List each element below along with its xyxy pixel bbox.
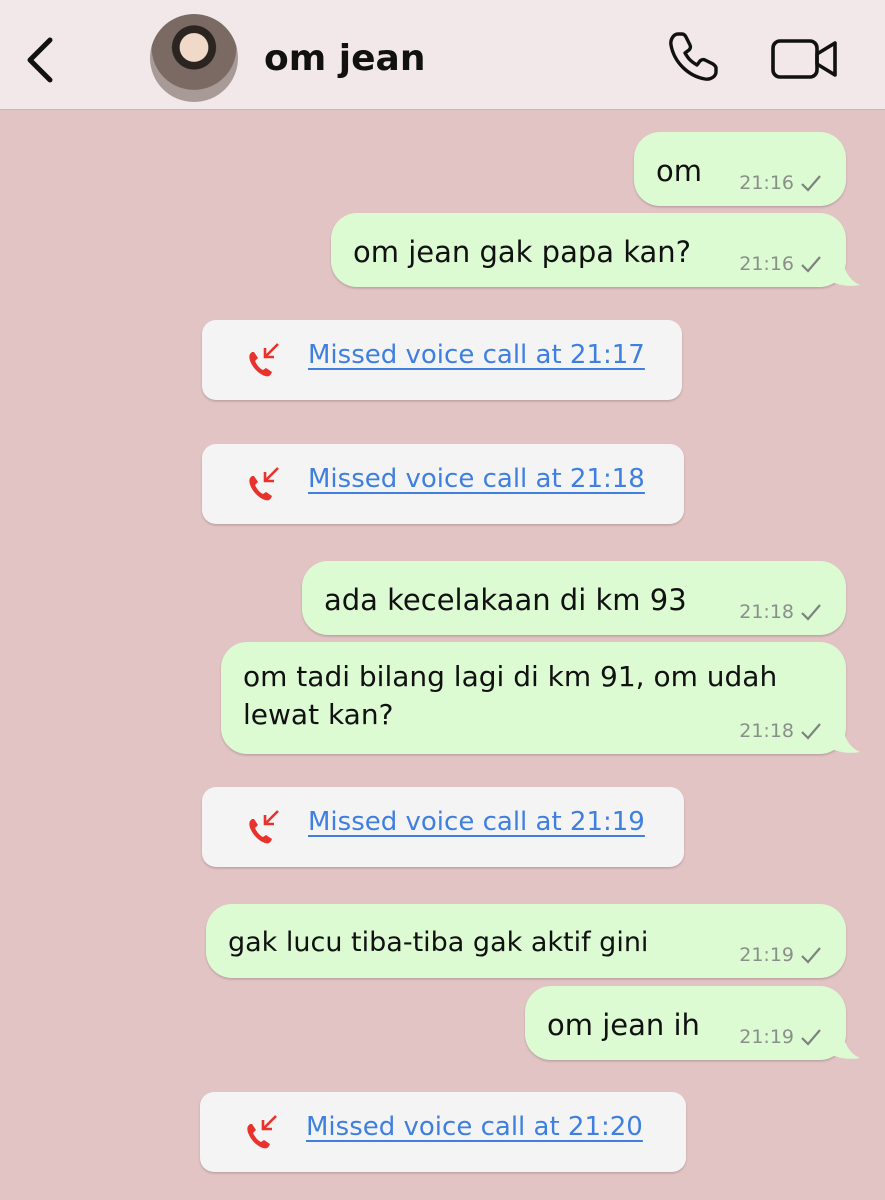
check-icon bbox=[801, 604, 821, 621]
message-time: 21:18 bbox=[739, 601, 794, 623]
message-text-line: om tadi bilang lagi di km 91, om udah bbox=[243, 660, 778, 693]
message-meta: 21:19 bbox=[739, 1026, 822, 1048]
message-bubble[interactable]: om 21:16 bbox=[634, 132, 846, 206]
missed-call-notice[interactable]: Missed voice call at 21:18 bbox=[202, 444, 684, 524]
message-text: om bbox=[656, 154, 702, 188]
missed-call-icon bbox=[247, 1115, 277, 1149]
message-text: om jean gak papa kan? bbox=[353, 235, 692, 269]
avatar[interactable] bbox=[150, 14, 238, 102]
chat-header: om jean bbox=[0, 0, 885, 110]
check-icon bbox=[801, 256, 821, 273]
message-meta: 21:18 bbox=[739, 601, 822, 623]
message-time: 21:16 bbox=[739, 253, 794, 275]
missed-call-label[interactable]: Missed voice call at 21:17 bbox=[308, 340, 645, 370]
check-icon bbox=[801, 1029, 821, 1046]
bubble-tail bbox=[830, 724, 860, 753]
check-icon bbox=[801, 947, 821, 964]
check-icon bbox=[801, 723, 821, 740]
contact-name[interactable]: om jean bbox=[264, 38, 425, 79]
message-meta: 21:18 bbox=[739, 720, 822, 742]
message-text-line: lewat kan? bbox=[243, 698, 394, 731]
bubble-tail bbox=[830, 1030, 860, 1059]
message-bubble[interactable]: om tadi bilang lagi di km 91, om udah le… bbox=[221, 642, 846, 754]
message-meta: 21:16 bbox=[739, 253, 822, 275]
missed-call-label[interactable]: Missed voice call at 21:19 bbox=[308, 807, 645, 837]
missed-call-label[interactable]: Missed voice call at 21:20 bbox=[306, 1112, 643, 1142]
video-camera-icon[interactable] bbox=[770, 36, 840, 82]
missed-call-icon bbox=[249, 343, 279, 377]
message-time: 21:19 bbox=[739, 1026, 794, 1048]
message-bubble[interactable]: ada kecelakaan di km 93 21:18 bbox=[302, 561, 846, 635]
message-time: 21:16 bbox=[739, 172, 794, 194]
missed-call-notice[interactable]: Missed voice call at 21:20 bbox=[200, 1092, 686, 1172]
message-time: 21:18 bbox=[739, 720, 794, 742]
missed-call-icon bbox=[249, 467, 279, 501]
message-bubble[interactable]: om jean gak papa kan? 21:16 bbox=[331, 213, 846, 287]
missed-call-icon bbox=[249, 810, 279, 844]
missed-call-label[interactable]: Missed voice call at 21:18 bbox=[308, 464, 645, 494]
message-text: gak lucu tiba-tiba gak aktif gini bbox=[228, 927, 649, 958]
bubble-tail bbox=[830, 257, 860, 286]
message-text: om jean ih bbox=[547, 1008, 700, 1042]
message-text: ada kecelakaan di km 93 bbox=[324, 583, 687, 617]
message-bubble[interactable]: gak lucu tiba-tiba gak aktif gini 21:19 bbox=[206, 904, 846, 978]
message-meta: 21:19 bbox=[739, 944, 822, 966]
message-time: 21:19 bbox=[739, 944, 794, 966]
message-meta: 21:16 bbox=[739, 172, 822, 194]
missed-call-notice[interactable]: Missed voice call at 21:17 bbox=[202, 320, 682, 400]
phone-icon[interactable] bbox=[666, 30, 720, 84]
check-icon bbox=[801, 175, 821, 192]
missed-call-notice[interactable]: Missed voice call at 21:19 bbox=[202, 787, 684, 867]
message-bubble[interactable]: om jean ih 21:19 bbox=[525, 986, 846, 1060]
message-text: om tadi bilang lagi di km 91, om udah le… bbox=[243, 658, 777, 734]
chevron-left-icon[interactable] bbox=[22, 34, 62, 86]
